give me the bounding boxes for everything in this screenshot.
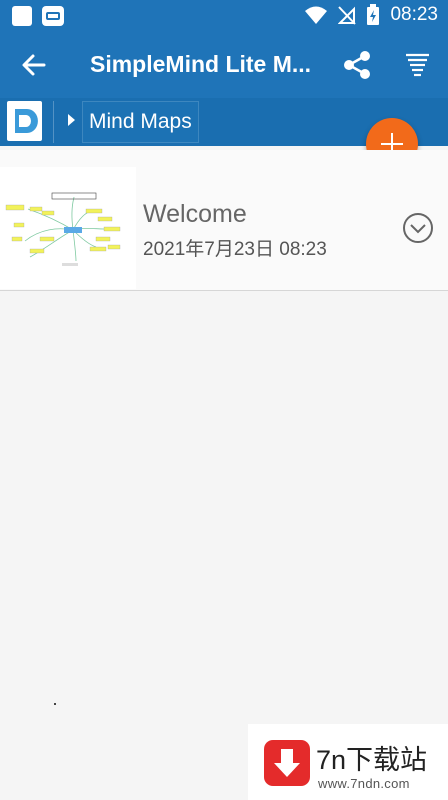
breadcrumb-arrow-icon [68, 114, 75, 126]
app-title: SimpleMind Lite M... [90, 51, 312, 77]
notification-square-icon [12, 6, 32, 26]
no-signal-icon [338, 6, 357, 25]
watermark-url: www.7ndn.com [318, 776, 410, 791]
mindmap-thumbnail [0, 167, 136, 289]
notification-app-icon [42, 6, 64, 26]
speck [54, 703, 56, 705]
battery-icon [367, 4, 380, 25]
simplemind-logo-icon[interactable] [7, 101, 42, 141]
back-arrow-icon[interactable] [18, 49, 50, 81]
chevron-down-icon[interactable] [402, 212, 434, 244]
status-icons: 08:23 [304, 4, 438, 26]
app-bar: SimpleMind Lite M... [0, 32, 448, 98]
watermark-title: 7n下载站 [316, 745, 428, 775]
item-name: Welcome [143, 200, 247, 228]
list-item[interactable]: Welcome 2021年7月23日 08:23 [0, 150, 448, 291]
wifi-icon [305, 6, 328, 24]
item-date: 2021年7月23日 08:23 [143, 239, 327, 260]
status-time: 08:23 [390, 4, 438, 25]
breadcrumb-mind-maps[interactable]: Mind Maps [82, 101, 199, 143]
watermark: 7n下载站 www.7ndn.com [248, 724, 448, 800]
breadcrumb-divider [53, 101, 54, 143]
sort-icon[interactable] [402, 50, 432, 80]
notification-icons [12, 6, 64, 26]
download-icon [264, 740, 310, 786]
status-bar: 08:23 [0, 0, 448, 32]
share-icon[interactable] [340, 48, 374, 82]
